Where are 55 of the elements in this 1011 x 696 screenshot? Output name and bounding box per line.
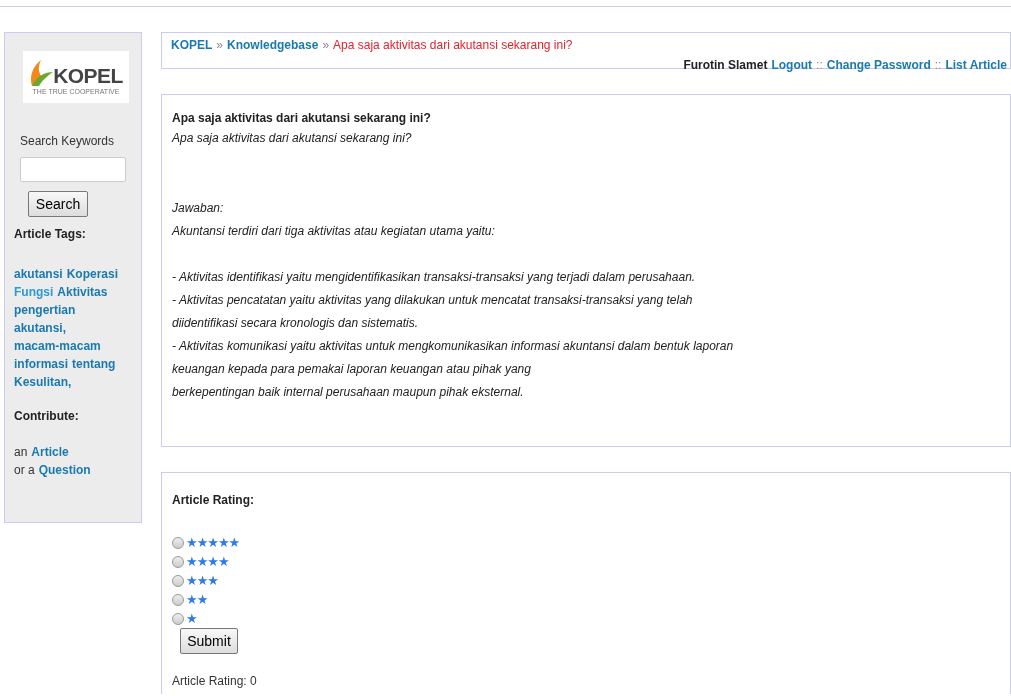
tag-link[interactable]: akutansi, — [14, 319, 67, 337]
tag-link[interactable]: akutansi — [14, 265, 63, 283]
nav-link[interactable]: KOPEL — [171, 36, 213, 54]
nav-link[interactable]: Change Password — [826, 56, 931, 74]
answer-line: berkepentingan baik internal perusahaan maupun pihak eksternal. — [172, 384, 525, 401]
answer-line: Akuntansi terdiri dari tiga aktivitas atau kegiatan utama yaitu: — [172, 223, 496, 240]
tag-link[interactable]: Fungsi — [14, 283, 54, 301]
current-page: Apa saja aktivitas dari akutansi sekarang ini? — [333, 37, 573, 54]
leaf-flame-icon — [29, 59, 54, 86]
tags-heading: Article Tags: — [14, 226, 87, 243]
separator: :: — [934, 57, 942, 74]
nav-link[interactable]: List Article — [945, 56, 1007, 74]
article-title: Apa saja aktivitas dari akutansi sekarang ini? — [172, 110, 432, 127]
rating-result: Article Rating: 0 — [172, 673, 258, 690]
separator: :: — [816, 57, 823, 74]
contribute-link[interactable]: Article — [31, 443, 69, 461]
rating-heading: Article Rating: — [172, 492, 255, 509]
nav-link[interactable]: Knowledgebase — [227, 36, 319, 54]
star-label: ★★★ — [186, 574, 218, 587]
answer-line: - Aktivitas identifikasi yaitu mengidentifikasikan transaksi-transaksi yang terjadi dalam perusahaan. — [172, 269, 697, 286]
tag-link[interactable]: Aktivitas — [57, 283, 108, 301]
answer-line: - Aktivitas pencatatan yaitu aktivitas yang dilakukan untuk mencatat transaksi-transaksi yang telah — [172, 292, 694, 309]
star-label: ★★★★★ — [186, 536, 240, 549]
star-label: ★ — [186, 612, 197, 625]
contribute-link[interactable]: Question — [38, 461, 91, 479]
answer-line: Jawaban: — [172, 200, 225, 217]
user-name: Furotin Slamet — [683, 57, 768, 74]
tag-link[interactable]: Kesulitan, — [14, 373, 72, 391]
radio-button[interactable] — [172, 612, 184, 625]
contribute-text: or a — [14, 462, 35, 479]
tag-link[interactable]: informasi — [14, 355, 68, 373]
radio-button[interactable] — [172, 593, 184, 606]
search-label: Search Keywords — [20, 133, 116, 150]
tag-link[interactable]: pengertian — [14, 301, 76, 319]
radio-button[interactable] — [172, 536, 184, 549]
separator: » — [322, 37, 330, 54]
answer-line: diidentifikasi secara kronologis dan sistematis. — [172, 315, 420, 332]
radio-button[interactable] — [172, 574, 184, 587]
tag-link[interactable]: tentang — [72, 355, 116, 373]
separator: » — [216, 37, 224, 54]
star-label: ★★★★ — [186, 555, 229, 568]
answer-line: - Aktivitas komunikasi yaitu aktivitas untuk mengkomunikasikan informasi akuntansi dalam bentuk laporan — [172, 338, 735, 355]
logo-wordmark: KOPEL — [53, 64, 123, 86]
radio-button[interactable] — [172, 555, 184, 568]
search-button[interactable]: Search — [28, 191, 88, 217]
answer-line: keuangan kepada para pemakai laporan keuangan atau pihak yang — [172, 361, 532, 378]
contribute-text: an — [14, 444, 28, 461]
nav-link[interactable]: Logout — [771, 56, 813, 74]
article-question: Apa saja aktivitas dari akutansi sekarang ini? — [172, 130, 413, 147]
contribute-heading: Contribute: — [14, 408, 80, 425]
submit-button[interactable]: Submit — [180, 628, 238, 654]
tag-link[interactable]: Koperasi — [66, 265, 119, 283]
star-label: ★★ — [186, 593, 208, 606]
tag-link[interactable]: macam-macam — [14, 337, 101, 355]
search-field[interactable] — [20, 157, 126, 182]
